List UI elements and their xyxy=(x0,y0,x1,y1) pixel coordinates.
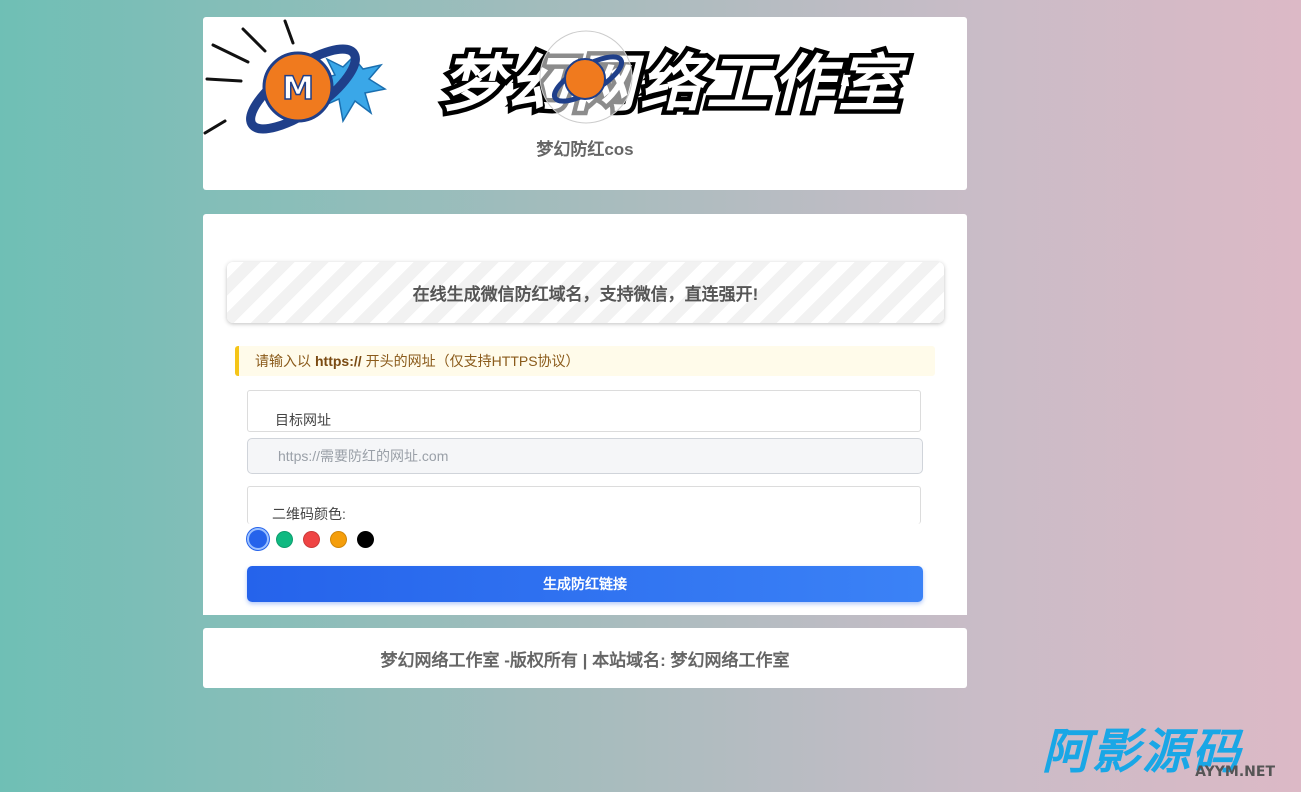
color-swatch-orange[interactable] xyxy=(330,530,347,548)
site-title: 梦幻防红cos xyxy=(536,140,634,159)
notice-suffix: 开头的网址（仅支持HTTPS协议） xyxy=(365,353,580,369)
color-swatch-green[interactable] xyxy=(276,530,293,548)
main-card: 在线生成微信防红域名，支持微信，直连强开! 请输入以 https:// 开头的网… xyxy=(203,214,967,615)
url-input[interactable] xyxy=(247,438,923,474)
https-notice: 请输入以 https:// 开头的网址（仅支持HTTPS协议） xyxy=(235,346,935,376)
color-swatch-black[interactable] xyxy=(357,530,374,548)
color-swatches xyxy=(247,528,384,550)
color-swatch-blue[interactable] xyxy=(247,528,269,550)
watermark-sub-text: AYYM.NET xyxy=(1195,764,1275,780)
footer-copyright: 梦幻网络工作室 -版权所有 | 本站域名: 梦幻网络工作室 xyxy=(380,650,790,670)
banner-logo: M 梦幻网络工作室 xyxy=(203,19,909,135)
banner-title: 梦幻网络工作室 xyxy=(442,47,909,120)
color-label: 二维码颜色: xyxy=(272,506,346,522)
svg-text:M: M xyxy=(282,69,314,107)
url-label-box: 目标网址 xyxy=(247,390,921,432)
notice-emphasis: https:// xyxy=(315,353,362,369)
page-headline: 在线生成微信防红域名，支持微信，直连强开! xyxy=(227,262,944,323)
watermark-logo: 阿影源码 AYYM.NET xyxy=(1042,724,1275,780)
footer-card: 梦幻网络工作室 -版权所有 | 本站域名: 梦幻网络工作室 xyxy=(203,628,967,688)
header-card: M 梦幻网络工作室 梦幻防红cos xyxy=(203,17,967,190)
color-swatch-red[interactable] xyxy=(303,530,320,548)
color-label-box: 二维码颜色: xyxy=(247,486,921,524)
generate-link-button[interactable]: 生成防红链接 xyxy=(247,566,923,602)
url-label: 目标网址 xyxy=(275,412,331,428)
notice-prefix: 请输入以 xyxy=(255,353,311,369)
